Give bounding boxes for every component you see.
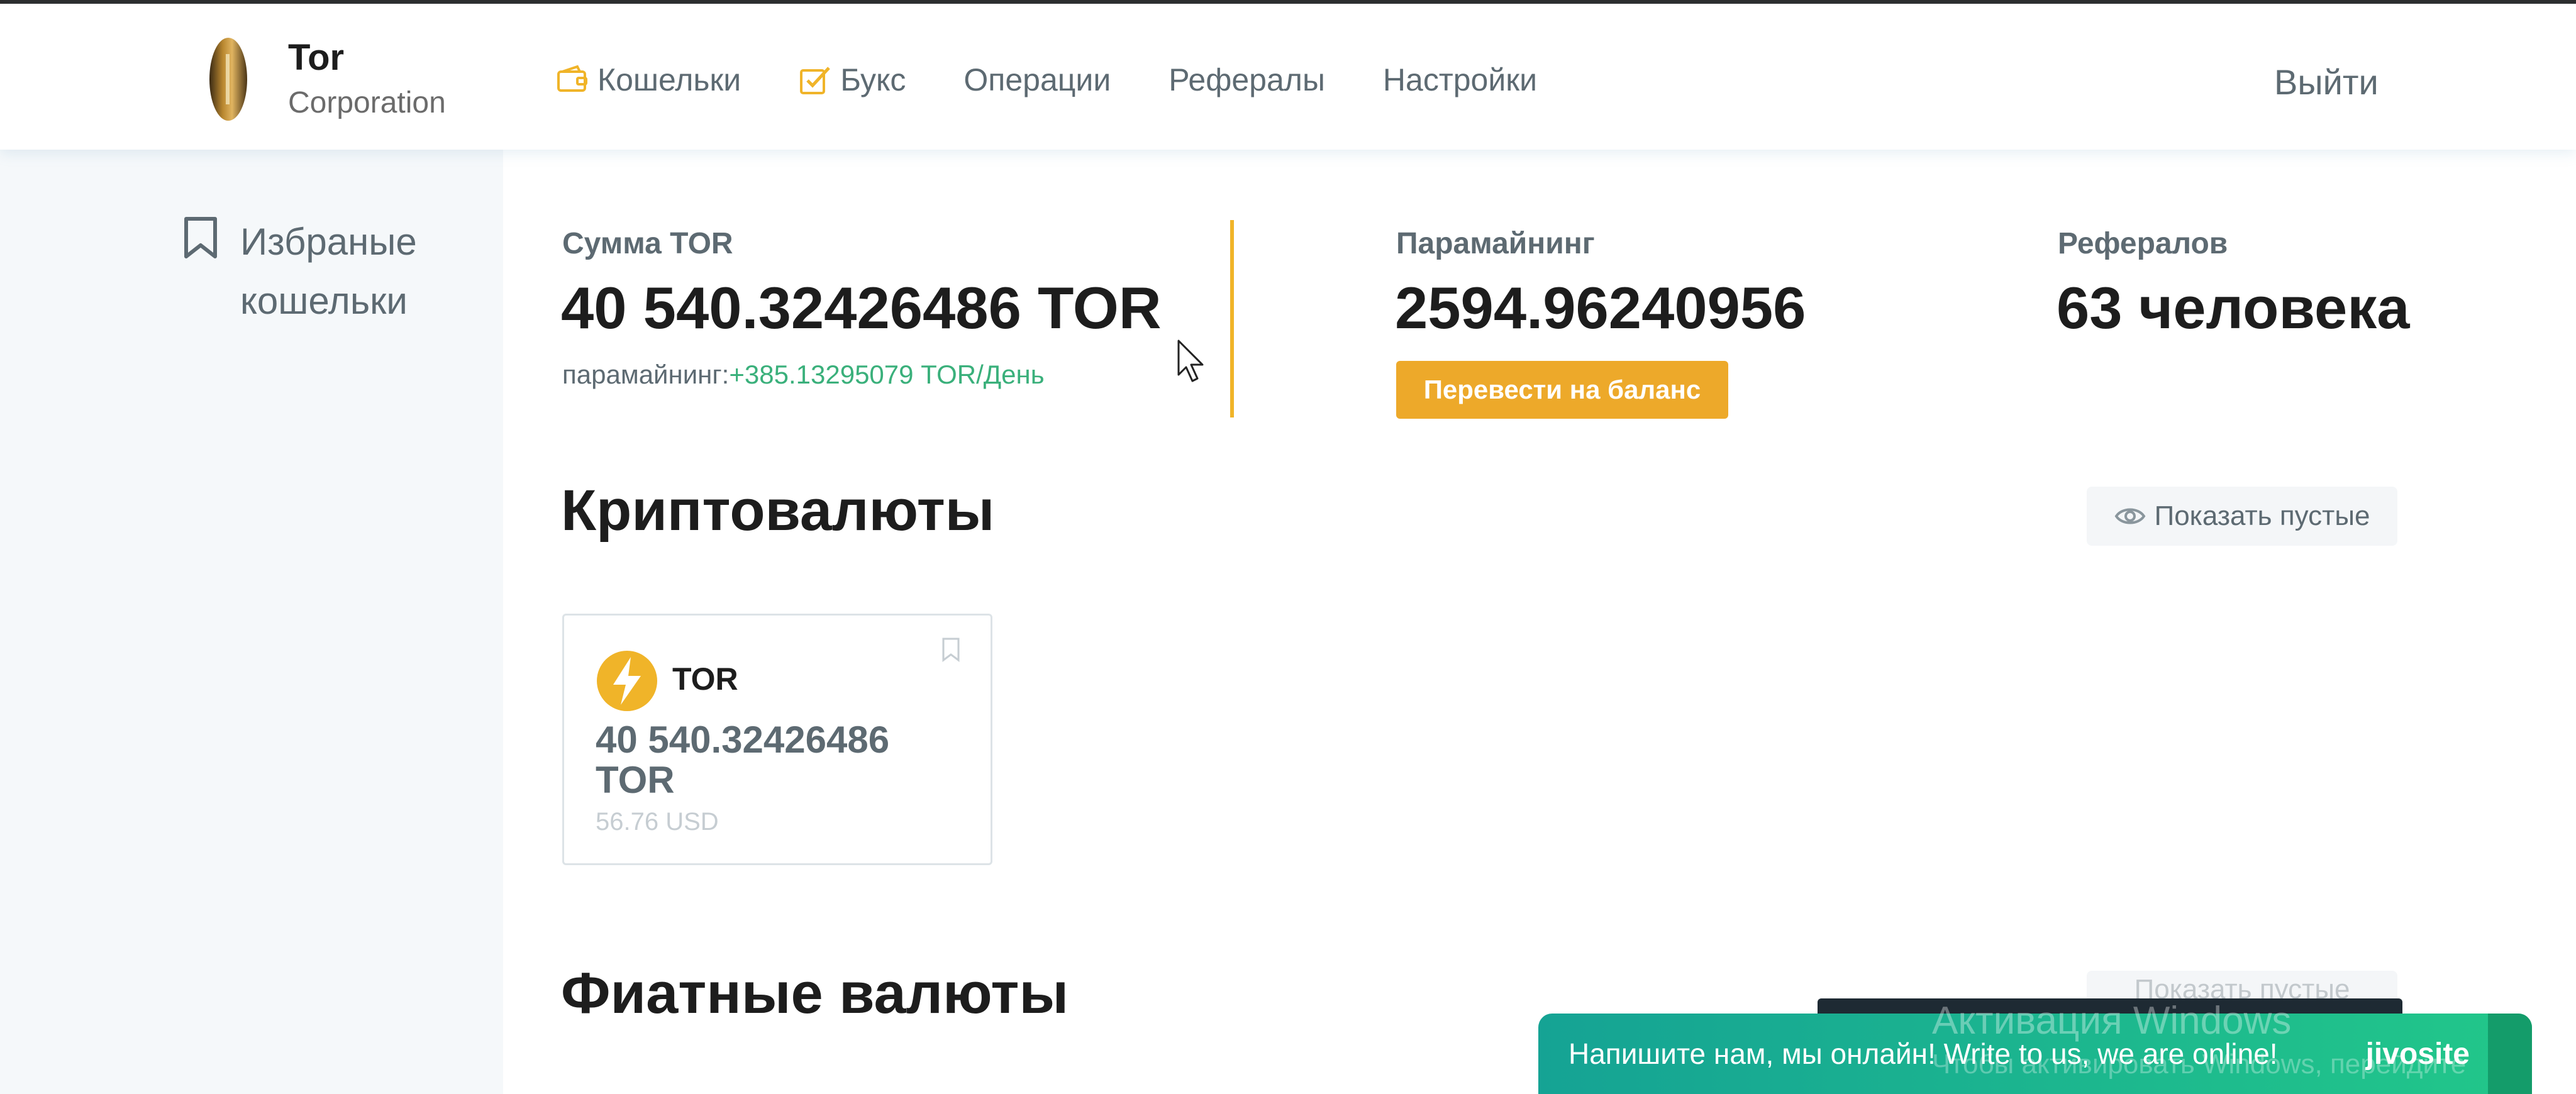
paramining-rate-value: +385.13295079 TOR/День	[729, 360, 1045, 389]
mouse-cursor-icon	[1177, 340, 1204, 382]
brand-subtitle: Corporation	[288, 86, 446, 119]
sidebar: Избраные кошельки	[0, 150, 503, 1094]
sidebar-item-label: Избраные кошельки	[240, 221, 417, 322]
nav-label-settings: Настройки	[1382, 62, 1538, 97]
top-header: Tor Corporation Кошельки Букс Операции Р…	[0, 4, 2576, 150]
wallet-card-symbol: TOR	[672, 661, 738, 697]
logout-link[interactable]: Выйти	[2274, 62, 2379, 102]
referrals-value: 63 человека	[2057, 275, 2410, 341]
wallet-card-amount: 40 540.32426486 TOR	[596, 719, 890, 801]
nav-label-referrals: Рефералы	[1169, 62, 1325, 97]
nav-item-settings[interactable]: Настройки	[1383, 62, 1537, 98]
show-empty-crypto-button[interactable]: Показать пустые	[2087, 487, 2397, 546]
paramining-rate: парамайнинг:+385.13295079 TOR/День	[562, 360, 1045, 390]
transfer-to-balance-button[interactable]: Перевести на баланс	[1396, 361, 1728, 419]
nav-item-wallets[interactable]: Кошельки	[556, 62, 741, 98]
paramining-label: Парамайнинг	[1396, 227, 1595, 260]
nav-label-buks: Букс	[840, 62, 906, 97]
nav-item-operations[interactable]: Операции	[963, 62, 1111, 98]
edit-check-icon	[799, 63, 833, 97]
stat-divider	[1230, 220, 1234, 417]
wallet-icon	[556, 63, 590, 97]
show-empty-crypto-label: Показать пустые	[2154, 500, 2370, 531]
brand-name: Tor	[288, 37, 345, 78]
bookmark-icon	[184, 217, 217, 258]
sum-tor-label: Сумма TOR	[562, 227, 733, 260]
main-nav: Кошельки Букс Операции Рефералы Настройк…	[556, 62, 1595, 98]
sum-tor-value: 40 540.32426486 TOR	[561, 275, 1162, 341]
paramining-value: 2594.96240956	[1395, 275, 1806, 341]
main-content: Сумма TOR 40 540.32426486 TOR парамайнин…	[503, 150, 2576, 1094]
logo-coin-icon[interactable]	[187, 34, 269, 124]
wallet-card-usd: 56.76 USD	[596, 808, 719, 836]
chat-widget-corner	[2488, 1014, 2532, 1094]
eye-icon	[2114, 508, 2145, 524]
referrals-label: Рефералов	[2058, 227, 2228, 260]
nav-label-wallets: Кошельки	[597, 62, 741, 97]
bookmark-icon[interactable]	[941, 637, 960, 662]
wallet-card-tor[interactable]: TOR 40 540.32426486 TOR 56.76 USD	[562, 614, 992, 865]
windows-activation-watermark-title: Активация Windows	[1932, 999, 2292, 1042]
lightning-icon	[597, 651, 657, 711]
windows-activation-watermark-text: Чтобы активировать Windows, перейдите	[1932, 1049, 2467, 1080]
sidebar-item-favorite-wallets[interactable]: Избраные кошельки	[182, 213, 441, 331]
nav-item-buks[interactable]: Букс	[799, 62, 906, 98]
fiat-section-title: Фиатные валюты	[561, 961, 1069, 1025]
paramining-rate-prefix: парамайнинг:	[562, 360, 730, 389]
nav-item-referrals[interactable]: Рефералы	[1169, 62, 1325, 98]
crypto-section-title: Криптовалюты	[561, 478, 995, 543]
nav-label-operations: Операции	[963, 62, 1111, 97]
